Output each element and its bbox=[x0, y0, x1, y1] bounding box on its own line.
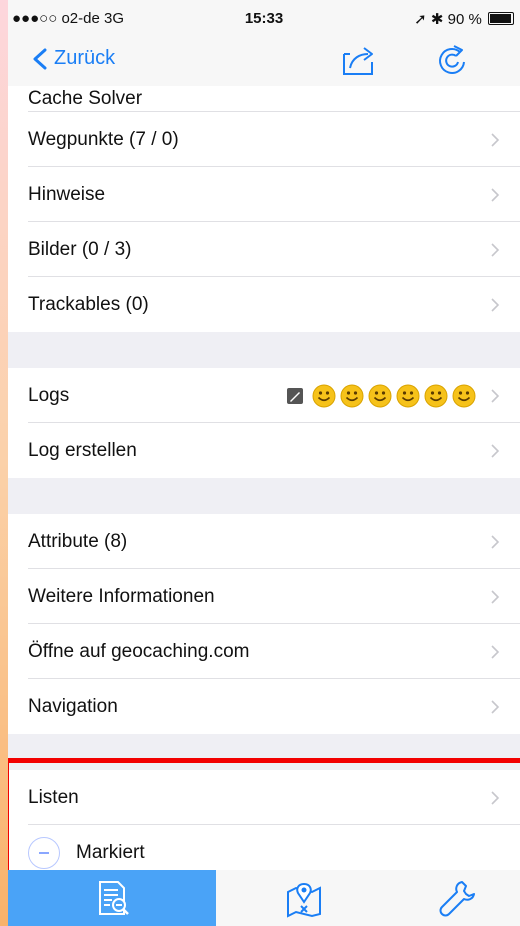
row-images[interactable]: Bilder (0 / 3) bbox=[8, 222, 520, 277]
chevron-right-icon bbox=[491, 790, 500, 805]
chevron-right-icon bbox=[491, 443, 500, 458]
status-bar: ●●●○○ o2-de 3G 15:33 ➚ ✱ 90 % bbox=[8, 0, 520, 38]
row-cache-solver[interactable]: Cache Solver bbox=[8, 86, 520, 112]
battery-icon bbox=[488, 12, 514, 25]
smiley-icon bbox=[312, 384, 336, 407]
refresh-icon[interactable] bbox=[432, 38, 472, 78]
bluetooth-icon: ✱ bbox=[430, 11, 444, 28]
smiley-icon bbox=[340, 384, 364, 407]
detail-list: Cache Solver Wegpunkte (7 / 0) Hinweise … bbox=[8, 86, 520, 880]
section-details: Cache Solver Wegpunkte (7 / 0) Hinweise … bbox=[8, 86, 520, 332]
chevron-right-icon bbox=[491, 644, 500, 659]
map-pin-icon bbox=[287, 882, 321, 918]
row-create-log[interactable]: Log erstellen bbox=[8, 423, 520, 478]
row-label: Cache Solver bbox=[28, 88, 143, 109]
row-label: Listen bbox=[28, 786, 79, 808]
row-lists[interactable]: Listen bbox=[8, 770, 520, 825]
row-label: Hinweise bbox=[28, 183, 106, 205]
section-lists: Listen Markiert bbox=[8, 770, 520, 880]
row-attributes[interactable]: Attribute (8) bbox=[8, 514, 520, 569]
minus-icon bbox=[39, 851, 49, 854]
chevron-right-icon bbox=[491, 132, 500, 147]
chevron-right-icon bbox=[491, 699, 500, 714]
cache-details-icon bbox=[99, 881, 129, 915]
tab-tools[interactable] bbox=[392, 870, 520, 926]
chevron-right-icon bbox=[491, 297, 500, 312]
status-right: ➚ ✱ 90 % bbox=[414, 10, 514, 28]
chevron-right-icon bbox=[491, 187, 500, 202]
row-label: Wegpunkte (7 / 0) bbox=[28, 128, 179, 150]
smiley-icon bbox=[452, 384, 476, 407]
back-button[interactable]: Zurück bbox=[32, 47, 115, 70]
chevron-right-icon bbox=[491, 534, 500, 549]
note-icon bbox=[287, 387, 303, 404]
share-icon[interactable] bbox=[338, 40, 378, 80]
row-label: Weitere Informationen bbox=[28, 585, 215, 607]
section-logs: Logs Log erstellen bbox=[8, 368, 520, 478]
row-more-info[interactable]: Weitere Informationen bbox=[8, 569, 520, 624]
row-logs[interactable]: Logs bbox=[8, 368, 520, 423]
section-separator bbox=[8, 332, 520, 368]
row-label: Öffne auf geocaching.com bbox=[28, 640, 250, 662]
chevron-right-icon bbox=[491, 388, 500, 403]
row-open-geocaching[interactable]: Öffne auf geocaching.com bbox=[8, 624, 520, 679]
row-label: Attribute (8) bbox=[28, 530, 128, 552]
section-info: Attribute (8) Weitere Informationen Öffn… bbox=[8, 514, 520, 734]
log-type-icons bbox=[286, 384, 476, 408]
tab-cache-details[interactable] bbox=[8, 870, 216, 926]
row-trackables[interactable]: Trackables (0) bbox=[8, 277, 520, 332]
smiley-icon bbox=[396, 384, 420, 407]
row-label: Log erstellen bbox=[28, 439, 137, 461]
remove-from-list-button[interactable] bbox=[28, 836, 60, 869]
tab-map[interactable] bbox=[216, 870, 392, 926]
battery-percent: 90 % bbox=[447, 11, 482, 28]
chevron-right-icon bbox=[491, 589, 500, 604]
row-label: Navigation bbox=[28, 695, 118, 717]
smiley-icon bbox=[424, 384, 448, 407]
row-label: Logs bbox=[28, 384, 70, 406]
navigation-bar: Zurück bbox=[8, 38, 520, 86]
row-label: Bilder (0 / 3) bbox=[28, 238, 132, 260]
tab-bar bbox=[8, 870, 520, 926]
row-waypoints[interactable]: Wegpunkte (7 / 0) bbox=[8, 112, 520, 167]
back-label: Zurück bbox=[54, 47, 116, 69]
wrench-icon bbox=[439, 881, 475, 917]
section-separator bbox=[8, 478, 520, 514]
row-label: Trackables (0) bbox=[28, 293, 149, 315]
row-navigation[interactable]: Navigation bbox=[8, 679, 520, 734]
smiley-icon bbox=[368, 384, 392, 407]
chevron-left-icon bbox=[33, 48, 47, 69]
phone-screen: ●●●○○ o2-de 3G 15:33 ➚ ✱ 90 % Zurück Cac… bbox=[8, 0, 520, 926]
row-hints[interactable]: Hinweise bbox=[8, 167, 520, 222]
location-icon: ➚ bbox=[414, 11, 427, 28]
chevron-right-icon bbox=[491, 242, 500, 257]
section-separator bbox=[8, 734, 520, 770]
row-label: Markiert bbox=[76, 841, 145, 863]
